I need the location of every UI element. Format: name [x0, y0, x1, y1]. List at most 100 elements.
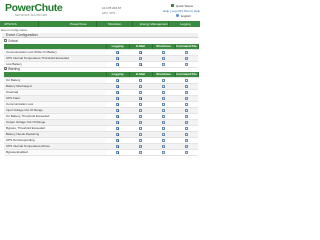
- group-warning[interactable]: −Warning: [4, 67, 20, 71]
- app-window: PowerChute NETWORK SHUTDOWN 10.178.230.6…: [0, 0, 200, 200]
- command-file-checkbox[interactable]: [185, 62, 188, 66]
- email-checkbox[interactable]: [139, 108, 142, 112]
- nav-separator: [168, 21, 169, 27]
- command-file-checkbox[interactable]: [185, 78, 188, 82]
- shutdown-checkbox[interactable]: [162, 50, 165, 54]
- logging-checkbox[interactable]: [116, 62, 120, 66]
- shutdown-checkbox[interactable]: [162, 84, 165, 88]
- nav-separator: [38, 21, 39, 27]
- logging-checkbox[interactable]: [116, 56, 120, 60]
- nav-item-energy-management[interactable]: Energy Management: [140, 21, 168, 27]
- logging-checkbox[interactable]: [116, 90, 120, 94]
- nav-item-shutdown[interactable]: Shutdown: [108, 21, 121, 27]
- command-file-checkbox[interactable]: [185, 132, 188, 136]
- shutdown-checkbox[interactable]: [162, 96, 165, 100]
- language-selector[interactable]: English: [181, 14, 191, 18]
- shutdown-checkbox[interactable]: [162, 144, 165, 148]
- logging-checkbox[interactable]: [116, 150, 120, 154]
- collapse-icon[interactable]: −: [4, 67, 7, 71]
- shutdown-checkbox[interactable]: [162, 114, 165, 118]
- logging-checkbox[interactable]: [116, 132, 120, 136]
- shutdown-checkbox[interactable]: [162, 126, 165, 130]
- critical-events-table: Logging E-Mail Shutdown Command File Com…: [4, 44, 199, 68]
- globe-icon: [176, 14, 179, 17]
- group-critical[interactable]: −Critical: [4, 39, 18, 43]
- command-file-cell: [175, 149, 198, 156]
- device-type: APC UPS: [102, 11, 116, 15]
- email-checkbox[interactable]: [139, 114, 142, 118]
- command-file-checkbox[interactable]: [185, 114, 188, 118]
- command-file-checkbox[interactable]: [185, 50, 188, 54]
- shutdown-checkbox[interactable]: [162, 62, 165, 66]
- email-checkbox[interactable]: [139, 56, 142, 60]
- shutdown-checkbox[interactable]: [162, 78, 165, 82]
- logging-checkbox[interactable]: [116, 84, 120, 88]
- command-file-cell: [175, 61, 198, 68]
- shutdown-cell: [152, 61, 175, 68]
- nav-separator: [96, 21, 97, 27]
- command-file-checkbox[interactable]: [185, 90, 188, 94]
- email-checkbox[interactable]: [139, 132, 142, 136]
- email-checkbox[interactable]: [139, 78, 142, 82]
- group-warning-label: Warning: [8, 67, 20, 71]
- nav-item-logging[interactable]: Logging: [180, 21, 191, 27]
- email-checkbox[interactable]: [139, 50, 143, 54]
- email-checkbox[interactable]: [139, 96, 143, 100]
- logging-checkbox[interactable]: [116, 50, 120, 54]
- logging-checkbox[interactable]: [116, 78, 120, 82]
- shutdown-checkbox[interactable]: [162, 56, 165, 60]
- nav-item-ups[interactable]: UPS/VLS: [4, 21, 17, 27]
- logging-checkbox[interactable]: [116, 96, 120, 100]
- header-links[interactable]: Help | Log Off | About | Help: [163, 9, 200, 13]
- command-file-checkbox[interactable]: [185, 96, 188, 100]
- email-checkbox[interactable]: [139, 120, 142, 124]
- logging-checkbox[interactable]: [116, 114, 120, 118]
- collapse-icon[interactable]: −: [4, 39, 7, 43]
- logging-checkbox[interactable]: [116, 102, 120, 106]
- table-row: Low Battery: [4, 61, 198, 68]
- logging-checkbox[interactable]: [116, 126, 120, 130]
- email-checkbox[interactable]: [139, 144, 142, 148]
- email-cell: [129, 61, 152, 68]
- shutdown-checkbox[interactable]: [162, 90, 165, 94]
- nav-item-powerchute[interactable]: PowerChute: [70, 21, 87, 27]
- email-checkbox[interactable]: [139, 138, 142, 142]
- command-file-checkbox[interactable]: [185, 126, 188, 130]
- email-checkbox[interactable]: [139, 84, 142, 88]
- command-file-checkbox[interactable]: [185, 138, 188, 142]
- quick-status-link[interactable]: Quick Status: [176, 4, 193, 8]
- group-critical-label: Critical: [8, 39, 18, 43]
- command-file-checkbox[interactable]: [185, 102, 188, 106]
- command-file-checkbox[interactable]: [185, 150, 188, 154]
- command-file-checkbox[interactable]: [185, 120, 188, 124]
- email-checkbox[interactable]: [139, 150, 142, 154]
- logging-checkbox[interactable]: [116, 138, 120, 142]
- shutdown-checkbox[interactable]: [162, 132, 165, 136]
- email-checkbox[interactable]: [139, 90, 142, 94]
- table-row: Bypass Enabled: [4, 149, 198, 156]
- page-title: Event Configuration: [2, 33, 198, 38]
- logging-checkbox[interactable]: [116, 108, 120, 112]
- app-logo: PowerChute: [5, 2, 63, 14]
- app-logo-subtitle: NETWORK SHUTDOWN: [15, 14, 48, 17]
- status-icon: [171, 4, 174, 7]
- email-checkbox[interactable]: [139, 62, 143, 66]
- logging-checkbox[interactable]: [116, 120, 120, 124]
- shutdown-checkbox[interactable]: [162, 108, 165, 112]
- command-file-checkbox[interactable]: [185, 84, 188, 88]
- logging-checkbox[interactable]: [116, 144, 120, 148]
- email-checkbox[interactable]: [139, 102, 142, 106]
- main-nav: UPS/VLS PowerChute Shutdown Energy Manag…: [0, 21, 200, 27]
- command-file-checkbox[interactable]: [185, 108, 188, 112]
- shutdown-checkbox[interactable]: [162, 150, 165, 154]
- event-name: Bypass Enabled: [4, 149, 106, 156]
- shutdown-checkbox[interactable]: [162, 102, 165, 106]
- column-header-command-file: Command File: [175, 72, 199, 78]
- email-checkbox[interactable]: [139, 126, 142, 130]
- command-file-checkbox[interactable]: [185, 144, 188, 148]
- breadcrumb: Event Configuration: [1, 28, 28, 32]
- command-file-checkbox[interactable]: [185, 56, 188, 60]
- shutdown-checkbox[interactable]: [162, 138, 165, 142]
- shutdown-checkbox[interactable]: [162, 120, 165, 124]
- host-address: 10.178.230.67: [102, 6, 122, 10]
